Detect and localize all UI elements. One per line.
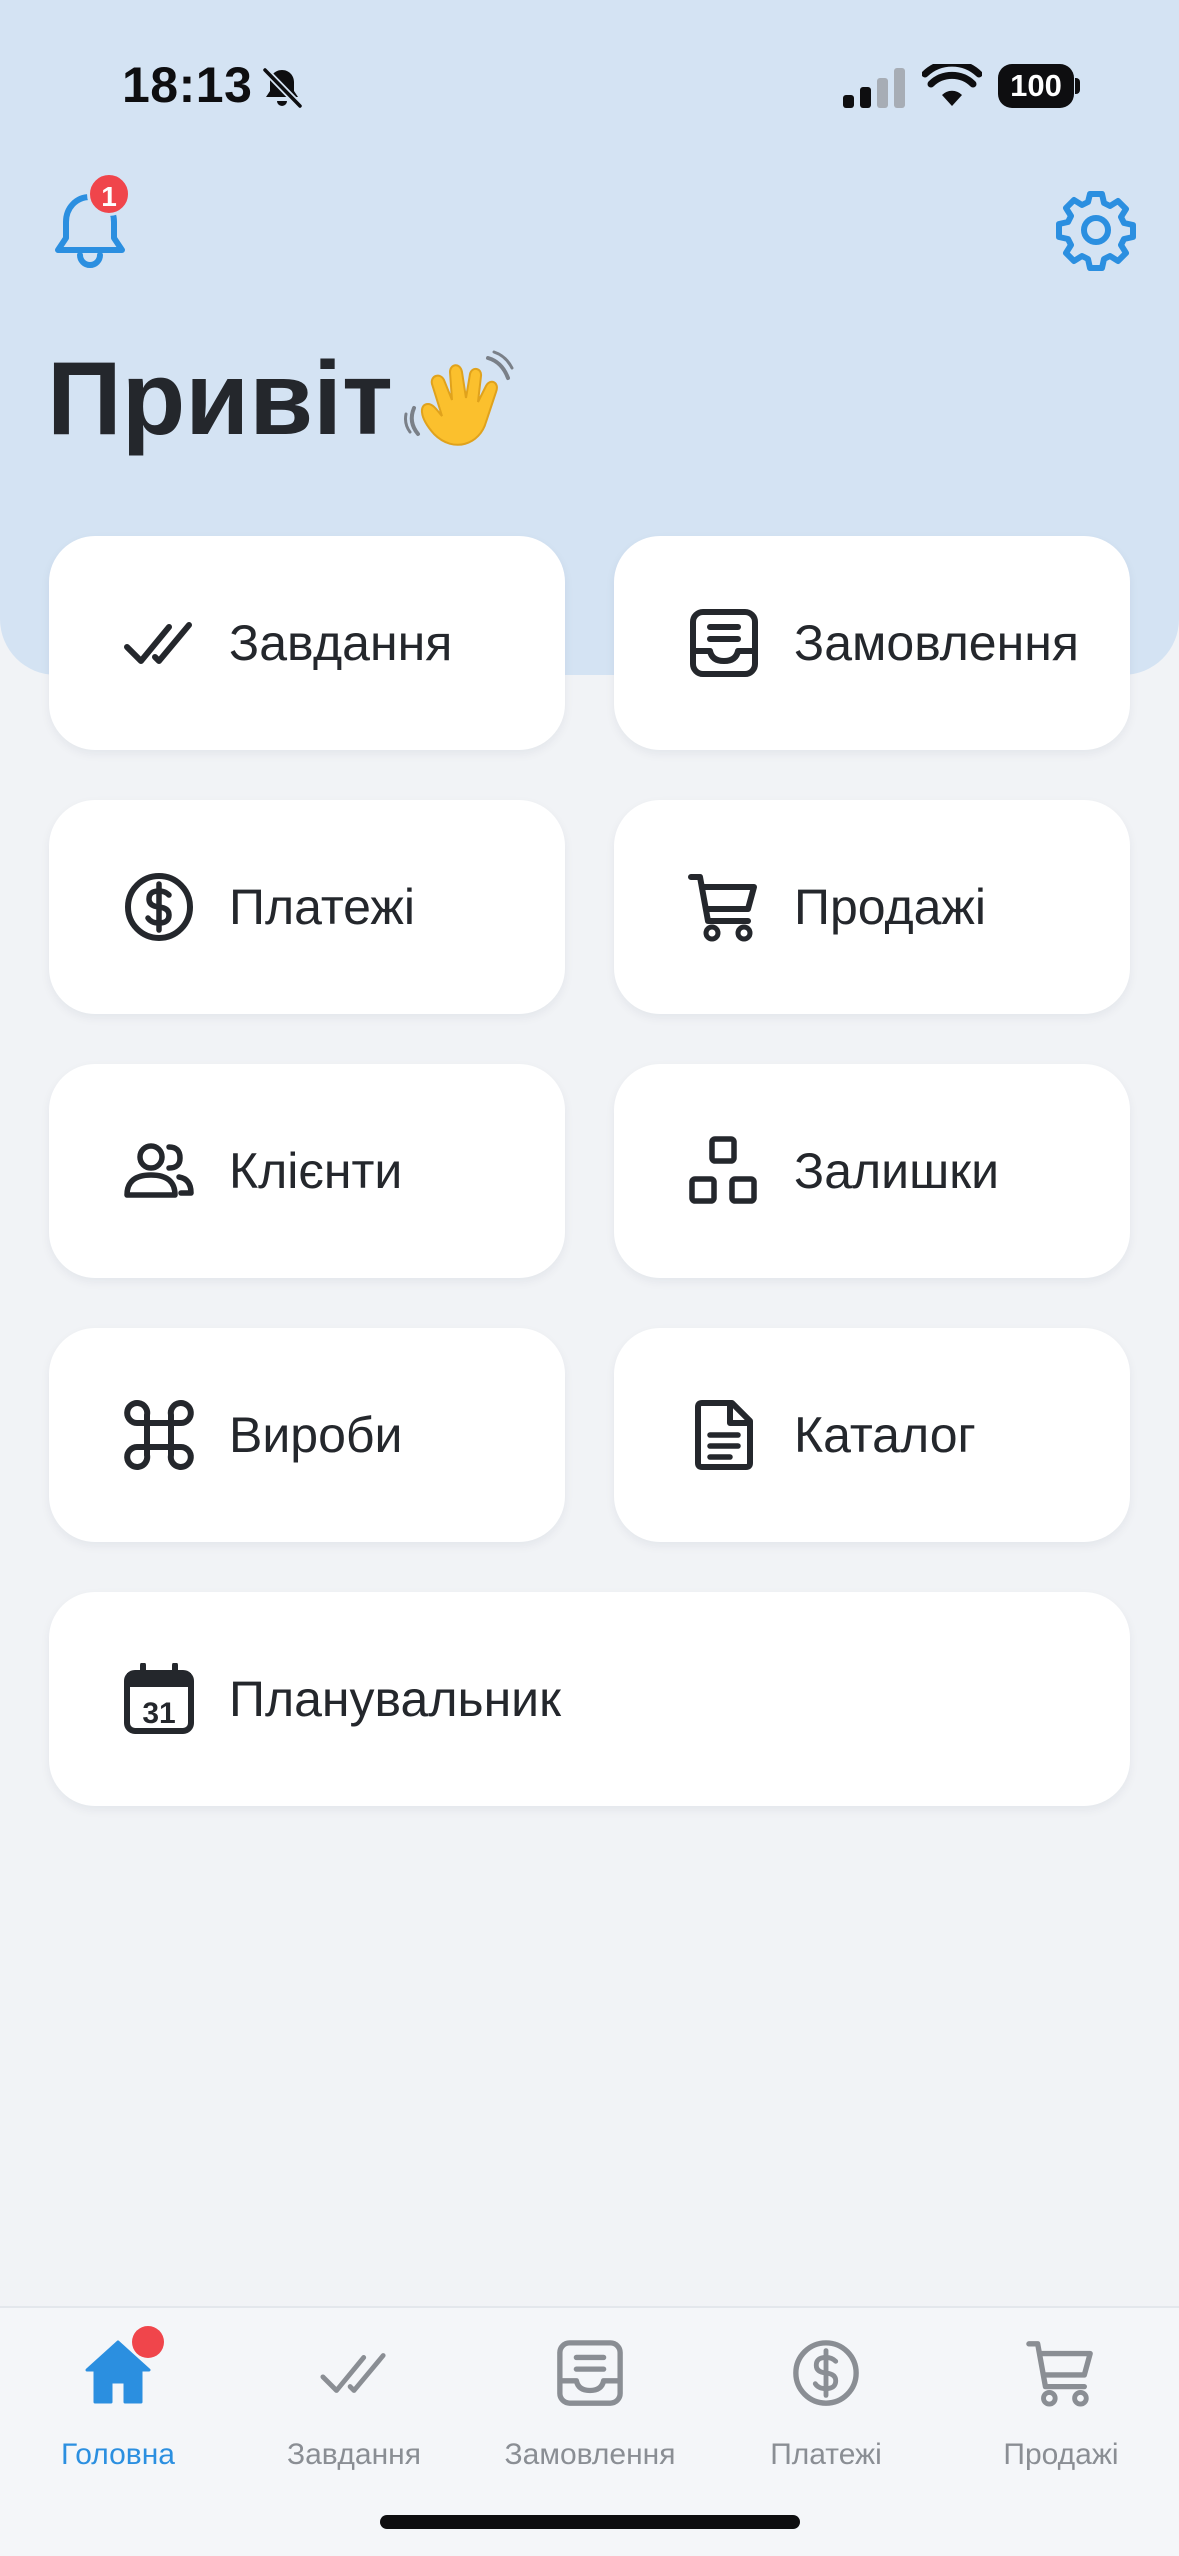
tile-payments[interactable]: Платежі [49,800,565,1014]
home-tab-badge [132,2326,164,2358]
tile-sales[interactable]: Продажі [614,800,1130,1014]
tile-label: Вироби [229,1407,403,1463]
tile-label: Каталог [794,1407,976,1463]
tab-sales[interactable]: Продажі [943,2328,1179,2488]
status-bar: 18:13 100 [0,0,1179,150]
cart-icon [688,874,757,942]
inbox-icon [690,609,758,677]
tile-label: Замовлення [794,615,1079,671]
tab-orders[interactable]: Замовлення [472,2328,708,2488]
tile-label: Продажі [794,879,986,935]
blocks-icon [689,1136,757,1204]
bell-slash-icon [262,67,303,109]
tab-label: Продажі [1003,2438,1119,2471]
home-indicator[interactable] [380,2515,800,2529]
tile-label: Платежі [229,879,415,935]
tab-label: Завдання [287,2438,421,2471]
cellular-signal-icon [843,68,905,108]
inbox-icon [557,2340,623,2406]
greeting-title: Привіт [47,341,393,457]
check-icon [124,622,192,664]
tile-products[interactable]: Вироби [49,1328,565,1542]
tab-label: Замовлення [504,2438,676,2471]
tile-label: Завдання [229,615,453,671]
battery-cap [1075,78,1080,94]
tile-clients[interactable]: Клієнти [49,1064,565,1278]
tile-label: Планувальник [229,1671,561,1727]
tile-label: Клієнти [229,1143,403,1199]
notification-badge: 1 [87,172,131,216]
status-time: 18:13 [122,57,253,113]
tile-orders[interactable]: Замовлення [614,536,1130,750]
tab-payments[interactable]: Платежі [708,2328,944,2488]
home-screen: 18:13 100 1 Привіт Завдання Замовлення П… [0,0,1179,2556]
tab-home[interactable]: Головна [0,2328,236,2488]
tile-catalog[interactable]: Каталог [614,1328,1130,1542]
document-icon [695,1400,753,1470]
tile-planner[interactable]: 31 Планувальник [49,1592,1130,1806]
dollar-circle-icon [125,873,193,941]
dollar-circle-icon [793,2340,859,2406]
check-icon [320,2353,386,2393]
tab-label: Головна [61,2438,175,2471]
calendar-icon: 31 [124,1663,194,1734]
wifi-icon [922,64,982,106]
command-icon [124,1400,194,1470]
tab-tasks[interactable]: Завдання [236,2328,472,2488]
tab-label: Платежі [770,2438,882,2471]
battery-level: 100 [998,64,1074,108]
waving-hand-icon [404,350,514,446]
cart-icon [1026,2341,1093,2407]
settings-gear-icon[interactable] [1054,188,1138,272]
users-icon [124,1143,194,1198]
battery-indicator: 100 [998,64,1080,108]
tile-stock[interactable]: Залишки [614,1064,1130,1278]
tile-tasks[interactable]: Завдання [49,536,565,750]
tile-label: Залишки [794,1143,1000,1199]
calendar-day: 31 [142,1697,175,1730]
